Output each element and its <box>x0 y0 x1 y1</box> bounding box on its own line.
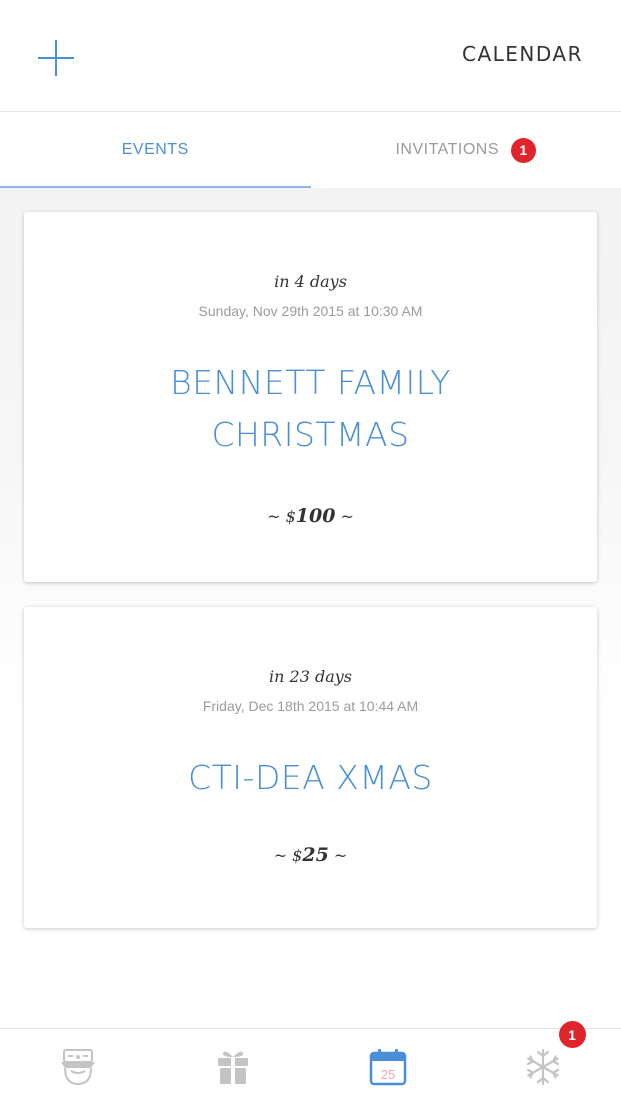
bottom-nav: 25 1 <box>0 1021 621 1104</box>
app-header: CALENDAR <box>0 0 621 112</box>
price-suffix: ~ <box>335 507 354 526</box>
tab-bar: EVENTS INVITATIONS 1 <box>0 112 621 188</box>
event-title: CTI-DEA XMAS <box>188 758 433 797</box>
price-prefix: ~ $ <box>267 507 296 526</box>
nav-santa[interactable] <box>0 1029 155 1104</box>
price-suffix: ~ <box>328 846 348 865</box>
nav-gifts[interactable] <box>155 1029 310 1104</box>
nav-calendar[interactable]: 25 1 <box>311 1021 586 1104</box>
gift-icon <box>217 1051 248 1084</box>
nav-snowflake[interactable] <box>466 1029 621 1104</box>
add-event-button[interactable] <box>36 38 76 78</box>
event-card[interactable]: in 4 days Sunday, Nov 29th 2015 at 10:30… <box>24 212 597 582</box>
santa-icon <box>60 1048 95 1085</box>
event-price: ~ $25 ~ <box>24 844 597 866</box>
calendar-icon: 25 <box>369 1048 407 1085</box>
invitations-badge: 1 <box>511 137 537 163</box>
tab-invitations[interactable]: INVITATIONS 1 <box>311 112 621 188</box>
calendar-date-text: 25 <box>381 1067 395 1082</box>
event-card[interactable]: in 23 days Friday, Dec 18th 2015 at 10:4… <box>24 607 597 928</box>
snowflake-icon <box>527 1048 560 1085</box>
plus-icon <box>38 40 74 76</box>
event-date: Sunday, Nov 29th 2015 at 10:30 AM <box>198 303 423 319</box>
event-relative-time: in 23 days <box>269 667 352 686</box>
price-amount: 25 <box>302 844 329 866</box>
event-date: Friday, Dec 18th 2015 at 10:44 AM <box>202 698 419 714</box>
page-title: CALENDAR <box>461 42 583 66</box>
tab-events[interactable]: EVENTS <box>0 112 311 188</box>
event-price: ~ $100 ~ <box>24 505 597 527</box>
tab-events-label: EVENTS <box>121 141 189 158</box>
event-relative-time: in 4 days <box>274 272 347 291</box>
price-prefix: ~ $ <box>273 846 303 865</box>
price-amount: 100 <box>295 505 336 527</box>
events-list: in 4 days Sunday, Nov 29th 2015 at 10:30… <box>0 188 621 1028</box>
tab-invitations-label: INVITATIONS <box>395 141 500 158</box>
event-title: BENNETT FAMILY CHRISTMAS <box>170 363 451 454</box>
